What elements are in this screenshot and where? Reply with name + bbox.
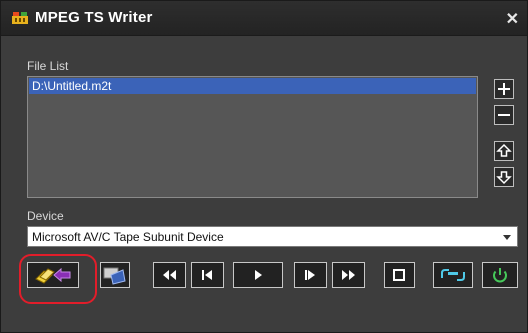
capture-icon	[103, 267, 126, 285]
step-forward-icon	[305, 270, 315, 280]
window-title: MPEG TS Writer	[35, 9, 153, 26]
connect-button[interactable]	[433, 262, 473, 288]
device-select[interactable]: Microsoft AV/C Tape Subunit Device	[27, 226, 518, 247]
file-list-label: File List	[27, 59, 69, 73]
file-list[interactable]: D:\Untitled.m2t	[27, 76, 478, 198]
play-icon	[255, 270, 262, 280]
mpeg-ts-writer-window: MPEG TS Writer ✕ File List D:\Untitled.m…	[0, 0, 528, 333]
minus-icon	[498, 114, 510, 116]
plus-icon	[498, 83, 510, 95]
fast-forward-button[interactable]	[332, 262, 365, 288]
stop-icon	[393, 269, 405, 281]
fast-forward-icon	[342, 270, 355, 280]
capture-button[interactable]	[100, 262, 130, 288]
move-down-button[interactable]	[494, 167, 514, 187]
highlight-ring	[19, 254, 97, 304]
list-item[interactable]: D:\Untitled.m2t	[29, 78, 476, 94]
arrow-down-icon	[496, 171, 512, 185]
step-back-button[interactable]	[191, 262, 224, 288]
power-icon	[493, 268, 507, 283]
connect-icon	[441, 269, 465, 281]
film-app-icon	[12, 12, 28, 24]
step-back-icon	[202, 270, 212, 280]
rewind-button[interactable]	[153, 262, 186, 288]
title-bar: MPEG TS Writer ✕	[1, 1, 527, 36]
device-select-value: Microsoft AV/C Tape Subunit Device	[32, 230, 224, 244]
stop-button[interactable]	[384, 262, 415, 288]
device-label: Device	[27, 209, 64, 223]
move-up-button[interactable]	[494, 141, 514, 161]
play-button[interactable]	[233, 262, 283, 288]
rewind-icon	[163, 270, 176, 280]
chevron-down-icon[interactable]	[503, 235, 511, 240]
power-button[interactable]	[482, 262, 518, 288]
step-forward-button[interactable]	[294, 262, 327, 288]
arrow-up-icon	[496, 143, 512, 157]
remove-file-button[interactable]	[494, 105, 514, 125]
close-icon[interactable]: ✕	[506, 9, 519, 29]
add-file-button[interactable]	[494, 79, 514, 99]
